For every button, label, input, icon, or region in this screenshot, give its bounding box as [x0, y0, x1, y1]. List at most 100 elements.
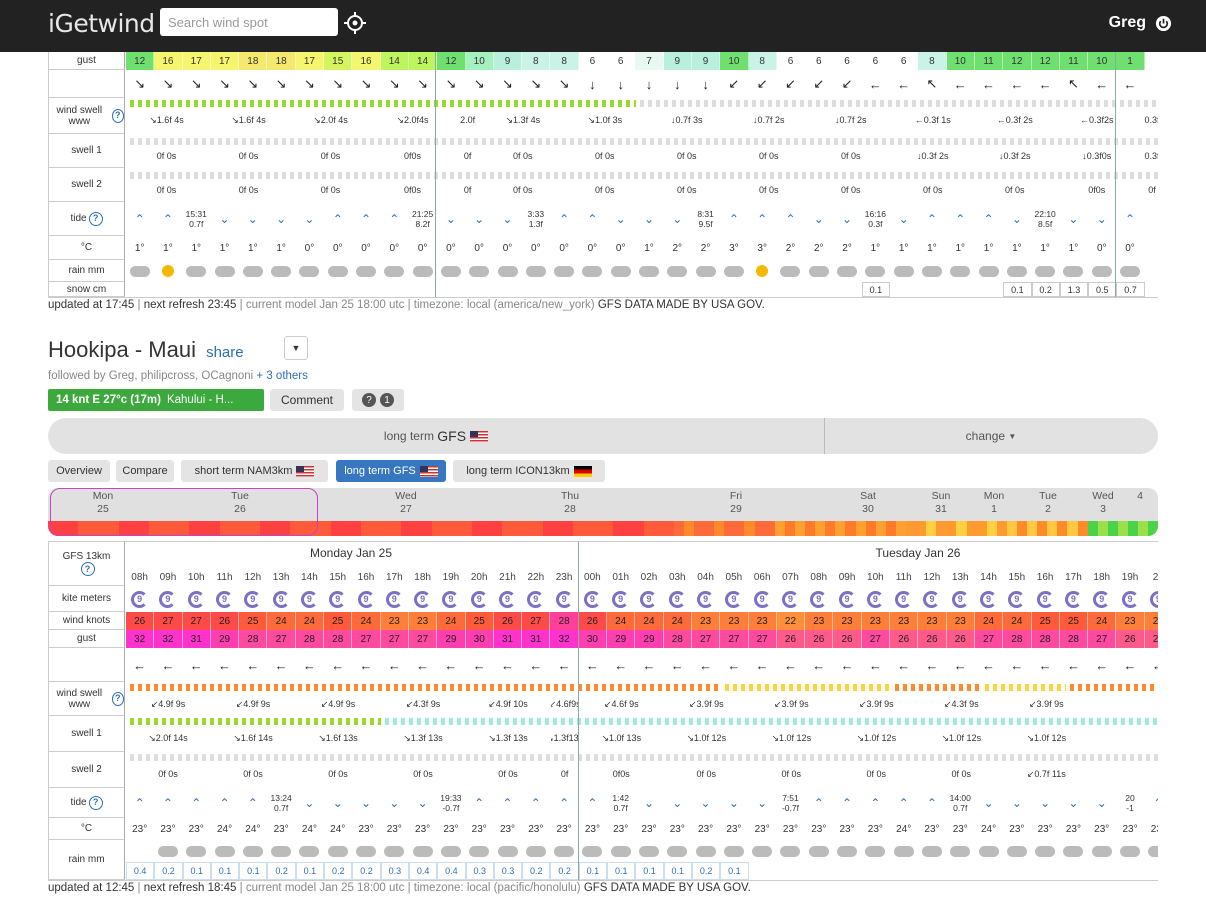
swell2-value: 0f — [454, 180, 483, 200]
tide-down-icon: ⌄ — [672, 796, 683, 810]
search-input[interactable] — [160, 8, 338, 36]
model-term: long term — [383, 429, 434, 443]
timeline-day[interactable]: Wed 3 — [1089, 490, 1117, 516]
tide-cell: ⌄ — [833, 202, 862, 236]
timeline-day[interactable]: Mon 25 — [89, 490, 117, 516]
share-link[interactable]: share — [206, 344, 244, 361]
change-model-button[interactable]: change ▼ — [824, 418, 1158, 454]
forecast-timeline[interactable]: Mon 25 Tue 26 Wed 27 Thu 28 Fri 29 Sat 30 Sun 31 Mon 1 T… — [48, 488, 1158, 536]
followers-list[interactable]: Greg, philipcross, OCagnoni — [109, 370, 253, 382]
timeline-segment — [663, 521, 674, 536]
help-icon[interactable]: ? — [88, 211, 103, 226]
locate-icon[interactable] — [344, 12, 366, 34]
cloud-icon — [893, 265, 914, 277]
wind-direction-arrow: ↘ — [409, 70, 438, 98]
cloud-icon — [525, 845, 546, 857]
wind-direction-arrow: ← — [947, 70, 975, 98]
timeline-segment — [421, 521, 432, 536]
kite-cell: 9 — [211, 586, 240, 612]
tide-cell: ⌃ — [211, 788, 240, 818]
tide-height: 0.7f — [953, 803, 968, 813]
help-icon[interactable]: ? — [80, 562, 95, 576]
help-icon[interactable]: ? — [88, 795, 103, 810]
tide-cell: ⌃ — [154, 788, 183, 818]
swell1-value: ↓0.3f 2s — [892, 146, 975, 166]
wind-knots-cell: 26 — [210, 612, 240, 630]
tide-down-icon: ⌄ — [1040, 796, 1051, 810]
snow-cell — [579, 282, 608, 297]
more-followers-link[interactable]: + 3 others — [256, 370, 307, 382]
tide-up-icon: ⌃ — [219, 796, 230, 810]
wind-direction-arrow: ↘ — [324, 70, 353, 98]
wind-direction-arrow: ↘ — [183, 70, 211, 98]
power-icon[interactable] — [1155, 15, 1172, 32]
kite-cell: 9 — [466, 586, 494, 612]
swell1-value: ↘1.3f 13s — [466, 728, 551, 748]
snow-cell — [947, 282, 975, 297]
timeline-day[interactable]: Wed 27 — [392, 490, 420, 516]
timeline-day[interactable]: Sat 30 — [854, 490, 882, 516]
snow-cell — [720, 282, 749, 297]
temperature-cell: 0° — [494, 236, 523, 260]
weather-cell — [437, 260, 466, 282]
wind-swell-value: ↙3.9f 9s — [1004, 694, 1090, 714]
tide-cell: ⌃ — [126, 202, 155, 236]
temperature-cell: 23° — [862, 818, 891, 840]
tab-compare[interactable]: Compare — [116, 460, 174, 482]
cloud-icon — [440, 845, 461, 857]
live-wind-value: 14 knt E 27°c (17m) — [56, 394, 161, 406]
tide-cell: ⌄ — [296, 788, 325, 818]
wind-knots-cell: 22 — [776, 612, 806, 630]
wind-direction-arrow: ↓ — [664, 70, 692, 98]
spot-title-row: Hookipa - Maui share — [48, 337, 244, 363]
help-button[interactable]: ? 1 — [352, 389, 404, 411]
kite-cell: 9 — [635, 586, 664, 612]
weather-cell — [890, 840, 919, 862]
timeline-day[interactable]: Tue 26 — [226, 490, 254, 516]
wind-swell-value: 0.3f — [1138, 110, 1158, 130]
user-name[interactable]: Greg — [1109, 14, 1146, 32]
rain-cell: 0.1 — [578, 862, 608, 880]
temperature-cell: 0° — [522, 236, 551, 260]
timeline-day[interactable]: Sun 31 — [927, 490, 955, 516]
tab-gfs[interactable]: long term GFS — [336, 460, 446, 482]
help-icon[interactable]: ? — [111, 691, 124, 706]
timeline-day[interactable]: Tue 2 — [1034, 490, 1062, 516]
timeline-day[interactable]: Fri 29 — [722, 490, 750, 516]
gust-cell: 6 — [861, 52, 891, 70]
timeline-segment — [451, 521, 462, 536]
tab-icon13km[interactable]: long term ICON13km — [453, 460, 605, 482]
comment-button[interactable]: Comment — [270, 389, 344, 411]
cloud-icon — [356, 265, 377, 277]
gust-cell: 18 — [239, 52, 268, 70]
tab-nam3km[interactable]: short term NAM3km — [181, 460, 328, 482]
weather-cell — [862, 260, 891, 282]
timeline-day[interactable]: Mon 1 — [980, 490, 1008, 516]
spot-options-dropdown[interactable]: ▼ — [284, 336, 308, 360]
swell2-value: 0f 0s — [381, 764, 466, 784]
gust-cell: 11 — [1059, 52, 1089, 70]
live-wind-badge[interactable]: 14 knt E 27°c (17m) Kahului - H... — [48, 389, 264, 411]
weather-cell — [1032, 840, 1060, 862]
tide-up-icon: ⌃ — [898, 796, 909, 810]
previous-spot-forecast-table: gust wind swell www? swell 1 swell 2 tide? °C… — [48, 52, 1158, 298]
timeline-day-name: Mon — [983, 490, 1005, 502]
rain-cell — [1088, 862, 1117, 880]
tide-height: -0.7f — [442, 803, 460, 813]
next-refresh: next refresh 23:45 — [143, 299, 237, 311]
tide-cell: 20 -1 — [1116, 788, 1145, 818]
tab-overview[interactable]: Overview — [48, 460, 110, 482]
tide-cell: ⌄ — [267, 202, 296, 236]
timeline-segment — [512, 521, 523, 536]
rain-cell: 0.2 — [352, 862, 381, 880]
app-logo[interactable]: iGetwind — [48, 9, 155, 38]
weather-cell — [550, 260, 579, 282]
help-icon[interactable]: ? — [111, 108, 124, 123]
cloud-icon — [214, 265, 235, 277]
timeline-day[interactable]: 4 — [1126, 490, 1154, 503]
timeline-segment — [653, 521, 664, 536]
tide-down-icon: ⌄ — [276, 212, 287, 226]
timeline-day[interactable]: Thu 28 — [556, 490, 584, 516]
swell1-value: ↘1.6f 14s — [211, 728, 296, 748]
snow-cell — [522, 282, 551, 297]
